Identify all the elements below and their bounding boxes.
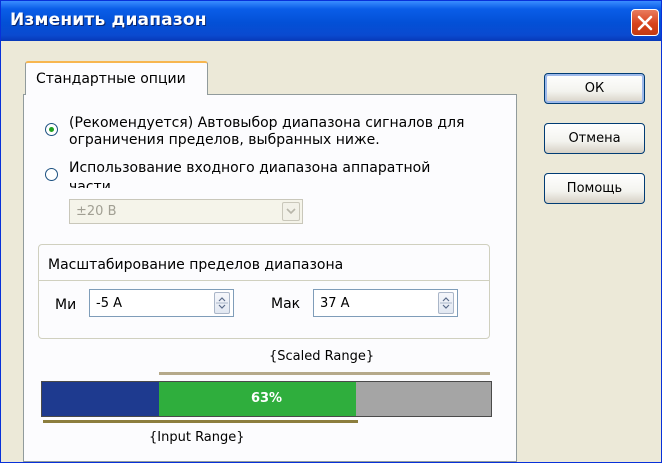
min-field[interactable]: -5 А xyxy=(89,289,234,317)
close-icon xyxy=(637,15,653,31)
max-spinner[interactable] xyxy=(438,292,454,314)
radio-hardware-range[interactable] xyxy=(45,168,58,181)
hardware-range-value: ±20 В xyxy=(76,204,117,219)
scaled-range-indicator xyxy=(159,372,490,375)
min-value: -5 А xyxy=(96,296,122,311)
close-button[interactable] xyxy=(631,9,659,36)
group-divider xyxy=(39,280,489,281)
max-field[interactable]: 37 А xyxy=(313,289,458,317)
tab-label: Стандартные опции xyxy=(36,71,186,87)
option-hardware-text-line1: Использование входного диапазона аппарат… xyxy=(69,160,431,176)
ok-button[interactable]: ОК xyxy=(544,73,645,104)
option-auto-text-line2: ограничения пределов, выбранных ниже. xyxy=(69,132,380,148)
input-range-label: {Input Range} xyxy=(149,430,245,445)
cancel-button[interactable]: Отмена xyxy=(544,123,645,154)
max-value: 37 А xyxy=(320,296,350,311)
hardware-range-dropdown[interactable]: ±20 В xyxy=(69,199,303,224)
title-bar[interactable]: Изменить диапазон xyxy=(1,1,661,41)
help-button[interactable]: Помощь xyxy=(544,173,645,204)
input-range-indicator xyxy=(43,420,358,423)
change-range-dialog: Изменить диапазон Стандартные опции (Рек… xyxy=(0,0,662,463)
min-label: Ми xyxy=(55,297,77,313)
option-hardware-text-line2: части xyxy=(69,179,111,188)
spinner-arrows-icon xyxy=(440,297,452,309)
option-auto-text-line1: (Рекомендуется) Автовыбор диапазона сигн… xyxy=(69,115,465,131)
max-label: Мак xyxy=(271,296,301,312)
tab-standard-options[interactable]: Стандартные опции xyxy=(25,61,208,95)
min-spinner[interactable] xyxy=(214,292,230,314)
spinner-arrows-icon xyxy=(216,297,228,309)
chevron-down-icon[interactable] xyxy=(282,202,300,221)
range-scaling-title: Масштабирование пределов диапазона xyxy=(48,257,344,273)
range-bar: 63% xyxy=(41,381,492,417)
radio-auto-select[interactable] xyxy=(45,123,58,136)
scaled-range-label: {Scaled Range} xyxy=(269,349,375,364)
range-bar-percent: 63% xyxy=(250,391,283,406)
window-title: Изменить диапазон xyxy=(10,10,207,30)
